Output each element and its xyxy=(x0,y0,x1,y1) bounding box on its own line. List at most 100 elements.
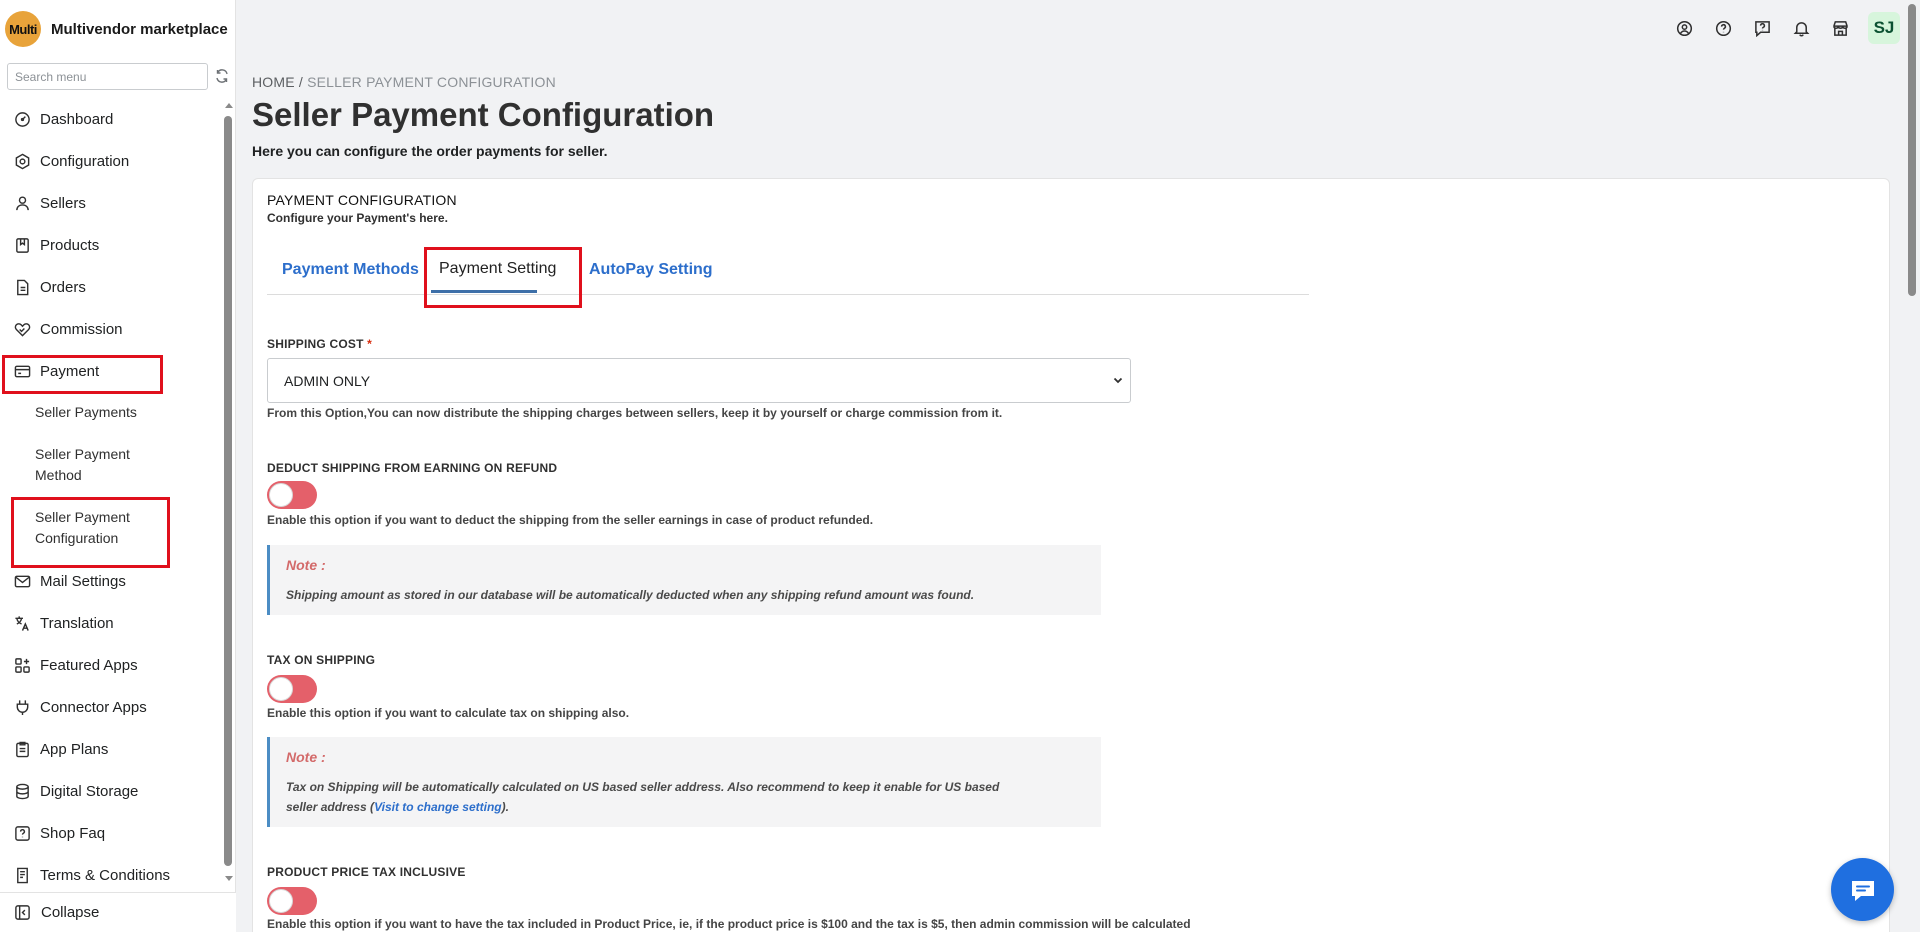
subitem-label-line2: Method xyxy=(35,467,82,483)
sidebar-item-dashboard[interactable]: Dashboard xyxy=(14,107,113,131)
shipping-cost-help: From this Option,You can now distribute … xyxy=(267,406,1003,420)
help-button[interactable] xyxy=(1712,17,1734,39)
deduct-shipping-help: Enable this option if you want to deduct… xyxy=(267,513,874,527)
scroll-thumb[interactable] xyxy=(1908,4,1916,296)
toggle-knob xyxy=(269,889,293,913)
brand[interactable]: Multi Multivendor marketplace xyxy=(5,11,228,47)
sidebar-item-digital-storage[interactable]: Digital Storage xyxy=(14,779,138,803)
sidebar-item-translation[interactable]: Translation xyxy=(14,611,114,635)
sidebar-item-mail-settings[interactable]: Mail Settings xyxy=(14,569,126,593)
highlight-box-seller-payment-configuration xyxy=(11,497,170,568)
database-icon xyxy=(16,783,29,799)
collapse-button[interactable]: Collapse xyxy=(0,892,236,932)
subitem-label-line1: Seller Payment xyxy=(35,446,130,462)
sidebar-item-label: Dashboard xyxy=(40,110,114,128)
tax-on-shipping-help: Enable this option if you want to calcul… xyxy=(267,706,630,720)
sidebar-subitem-seller-payment-method[interactable]: Seller Payment Method xyxy=(35,444,130,486)
shipping-cost-label: SHIPPING COST * xyxy=(267,337,372,351)
toggle-knob xyxy=(269,483,293,507)
help-icon xyxy=(1715,20,1731,36)
breadcrumb: HOME / SELLER PAYMENT CONFIGURATION xyxy=(252,74,556,90)
deduct-shipping-note: Note : Shipping amount as stored in our … xyxy=(267,545,1101,615)
highlight-box-payment xyxy=(2,355,163,394)
sidebar-item-sellers[interactable]: Sellers xyxy=(14,191,86,215)
store-icon xyxy=(1832,20,1848,36)
note-text-line2a: seller address ( xyxy=(286,800,375,814)
scroll-up-arrow[interactable] xyxy=(225,103,233,108)
bell-icon xyxy=(1793,21,1809,36)
sidebar-item-label: Terms & Conditions xyxy=(40,866,171,884)
book-icon xyxy=(16,237,29,253)
sidebar-item-label: Featured Apps xyxy=(40,656,138,674)
note-text: Tax on Shipping will be automatically ca… xyxy=(286,777,1085,817)
collapse-icon xyxy=(15,905,30,920)
sidebar-item-shop-faq[interactable]: Shop Faq xyxy=(14,821,105,845)
note-title: Note : xyxy=(286,749,326,765)
person-icon xyxy=(16,195,29,210)
sidebar-item-featured-apps[interactable]: Featured Apps xyxy=(14,653,138,677)
sidebar-item-app-plans[interactable]: App Plans xyxy=(14,737,108,761)
dashboard-icon xyxy=(15,111,30,127)
breadcrumb-current: SELLER PAYMENT CONFIGURATION xyxy=(307,74,556,90)
chat-help-icon xyxy=(1754,20,1770,37)
highlight-box-payment-setting-tab xyxy=(424,247,582,308)
shipping-cost-selected-value: ADMIN ONLY xyxy=(284,372,371,389)
chat-icon xyxy=(1851,880,1874,901)
page-title: Seller Payment Configuration xyxy=(252,96,715,133)
search-menu-input[interactable] xyxy=(7,63,208,90)
product-price-tax-inclusive-help: Enable this option if you want to have t… xyxy=(267,917,1191,931)
sidebar-item-label: Translation xyxy=(40,614,114,632)
required-mark: * xyxy=(367,337,373,351)
product-price-tax-inclusive-label: PRODUCT PRICE TAX INCLUSIVE xyxy=(267,865,466,879)
tax-on-shipping-note: Note : Tax on Shipping will be automatic… xyxy=(267,737,1101,827)
sidebar-item-label: App Plans xyxy=(40,740,109,758)
avatar[interactable]: SJ xyxy=(1868,12,1900,44)
shipping-cost-label-text: SHIPPING COST xyxy=(267,337,364,351)
store-button[interactable] xyxy=(1829,17,1851,39)
breadcrumb-separator: / xyxy=(294,74,308,90)
sidebar-nav: Dashboard Configuration Sellers Products… xyxy=(0,100,222,885)
sidebar-item-label: Sellers xyxy=(40,194,86,212)
sidebar-scrollbar[interactable] xyxy=(222,100,234,885)
visit-to-change-setting-link[interactable]: Visit to change setting xyxy=(374,800,502,814)
note-text-line2b: ). xyxy=(501,800,509,814)
scroll-thumb[interactable] xyxy=(224,116,232,866)
product-price-tax-inclusive-toggle[interactable] xyxy=(267,887,317,915)
tab-payment-methods[interactable]: Payment Methods xyxy=(282,261,419,279)
breadcrumb-home[interactable]: HOME xyxy=(252,74,295,90)
card-header: PAYMENT CONFIGURATION xyxy=(267,192,457,208)
notifications-button[interactable] xyxy=(1790,17,1812,39)
sidebar-item-configuration[interactable]: Configuration xyxy=(14,149,129,173)
sidebar-item-connector-apps[interactable]: Connector Apps xyxy=(14,695,147,719)
sidebar-subitem-seller-payments[interactable]: Seller Payments xyxy=(35,402,137,423)
chevron-down-icon xyxy=(1113,377,1123,384)
sidebar-item-orders[interactable]: Orders xyxy=(14,275,86,299)
subitem-label-line1: Seller Payments xyxy=(35,404,137,420)
sidebar-item-terms-conditions[interactable]: Terms & Conditions xyxy=(14,863,170,885)
main-scrollbar[interactable] xyxy=(1905,0,1920,932)
deduct-shipping-toggle[interactable] xyxy=(267,481,317,509)
account-button[interactable] xyxy=(1673,17,1695,39)
sidebar-item-label: Connector Apps xyxy=(40,698,147,716)
sidebar-item-label: Products xyxy=(40,236,100,254)
sidebar-item-label: Digital Storage xyxy=(40,782,139,800)
tab-autopay-setting[interactable]: AutoPay Setting xyxy=(589,261,713,279)
scroll-down-arrow[interactable] xyxy=(225,876,233,881)
clipboard-icon xyxy=(16,741,29,757)
chat-widget-button[interactable] xyxy=(1831,858,1894,921)
top-bar: SJ xyxy=(1673,12,1900,44)
account-icon xyxy=(1676,20,1692,36)
collapse-label: Collapse xyxy=(41,904,100,921)
shipping-cost-select[interactable]: ADMIN ONLY xyxy=(267,358,1131,403)
tax-on-shipping-toggle[interactable] xyxy=(267,675,317,703)
refresh-icon[interactable] xyxy=(214,68,230,84)
app-name: Multivendor marketplace xyxy=(51,20,228,38)
chat-help-button[interactable] xyxy=(1751,17,1773,39)
toggle-knob xyxy=(269,677,293,701)
sidebar-item-label: Orders xyxy=(40,278,86,296)
mail-icon xyxy=(14,575,31,587)
handshake-icon xyxy=(14,322,31,337)
note-text-line1: Tax on Shipping will be automatically ca… xyxy=(286,780,1000,794)
sidebar-item-commission[interactable]: Commission xyxy=(14,317,123,341)
sidebar-item-products[interactable]: Products xyxy=(14,233,99,257)
